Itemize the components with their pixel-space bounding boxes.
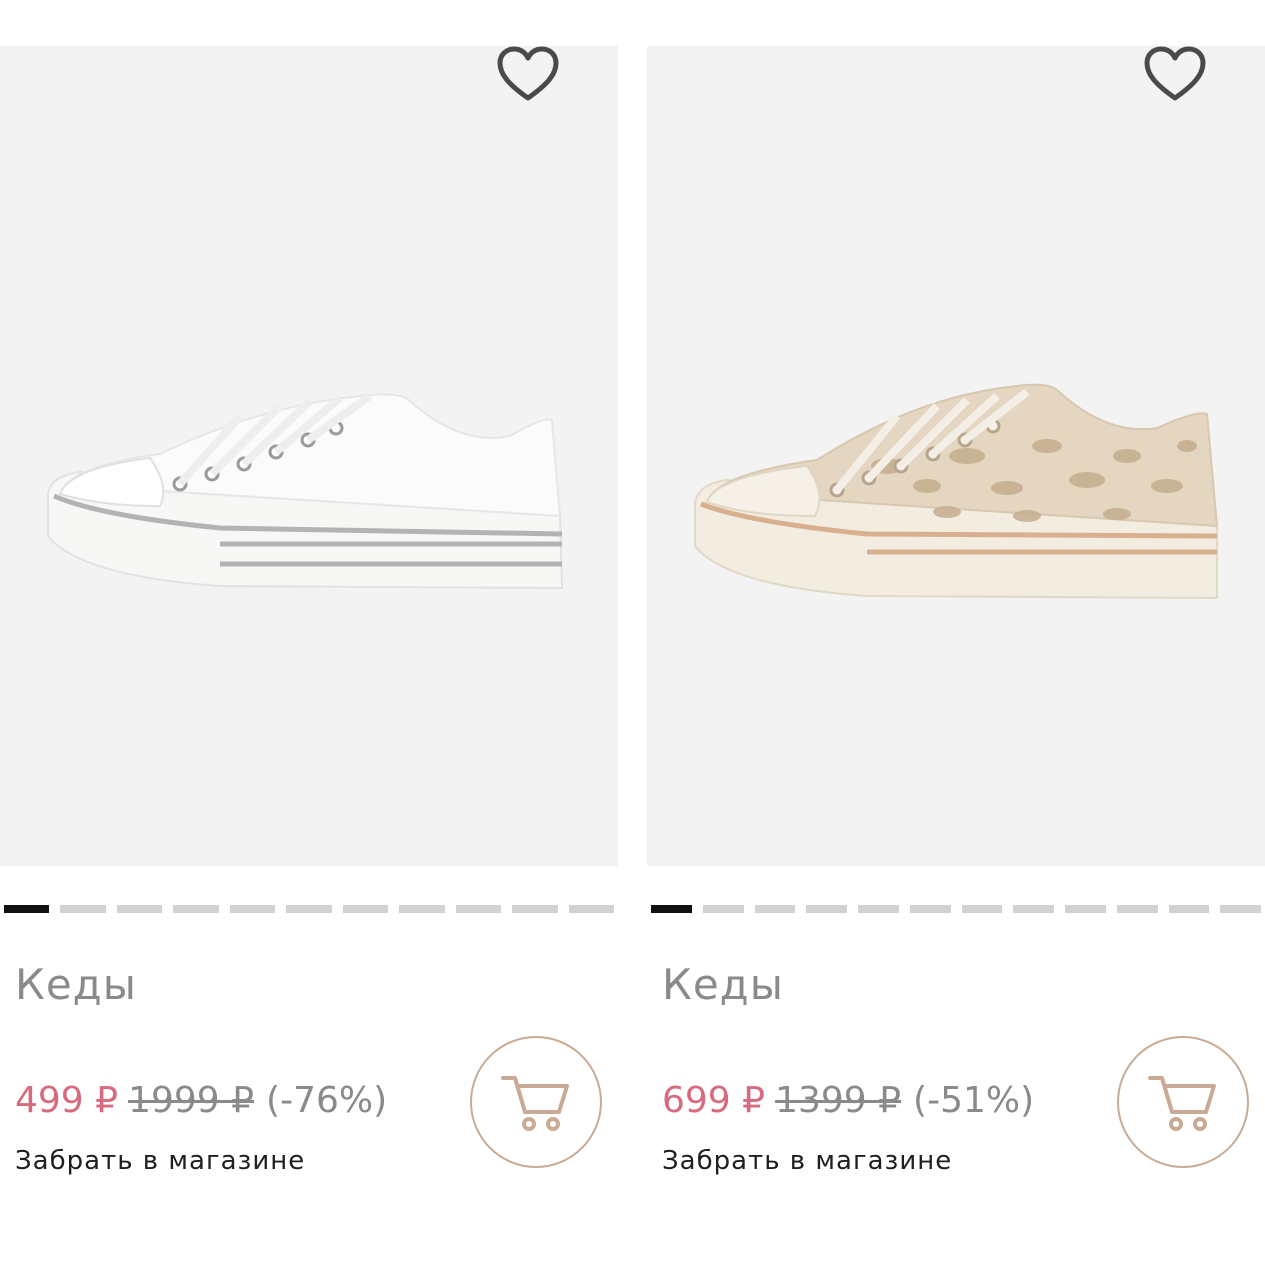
discount-percent: (-76%): [266, 1080, 388, 1121]
carousel-dot[interactable]: [568, 905, 614, 913]
carousel-dot[interactable]: [116, 905, 163, 913]
carousel-dot[interactable]: [961, 905, 1003, 913]
heart-icon: [1144, 46, 1206, 101]
carousel-dot[interactable]: [1013, 905, 1054, 913]
carousel-dot[interactable]: [754, 905, 796, 913]
price-row: 699 ₽1399 ₽ (-51%): [662, 1080, 1034, 1121]
carousel-dot[interactable]: [286, 905, 332, 913]
carousel-dot[interactable]: [858, 905, 899, 913]
price-row: 499 ₽1999 ₽ (-76%): [15, 1080, 387, 1121]
carousel-dot-active[interactable]: [651, 905, 692, 913]
product-title[interactable]: Кеды: [662, 960, 784, 1009]
carousel-dot[interactable]: [229, 905, 276, 913]
white-sneaker-image: [47, 392, 564, 590]
discount-percent: (-51%): [913, 1080, 1035, 1121]
carousel-dot[interactable]: [909, 905, 951, 913]
carousel-dot[interactable]: [1065, 905, 1106, 913]
add-to-cart-button[interactable]: [470, 1036, 602, 1168]
product-card[interactable]: Кеды 499 ₽1999 ₽ (-76%) Забрать в магазин…: [0, 0, 618, 1280]
carousel-dot[interactable]: [173, 905, 219, 913]
carousel-dot[interactable]: [1116, 905, 1158, 913]
product-image[interactable]: [647, 46, 1265, 866]
carousel-dot[interactable]: [1220, 905, 1261, 913]
carousel-dot[interactable]: [512, 905, 558, 913]
old-price: 1399 ₽: [775, 1080, 902, 1121]
carousel-dot[interactable]: [455, 905, 502, 913]
carousel-dot-active[interactable]: [4, 905, 50, 913]
carousel-dot[interactable]: [1168, 905, 1210, 913]
current-price: 699 ₽: [662, 1080, 766, 1121]
product-title[interactable]: Кеды: [15, 960, 137, 1009]
pickup-note: Забрать в магазине: [662, 1146, 953, 1176]
product-image[interactable]: [0, 46, 618, 866]
carousel-dot[interactable]: [342, 905, 389, 913]
cart-icon: [501, 1076, 569, 1131]
image-carousel-dots: [4, 905, 614, 915]
add-to-cart-button[interactable]: [1117, 1036, 1249, 1168]
favorite-button[interactable]: [1143, 46, 1207, 102]
image-carousel-dots: [651, 905, 1261, 915]
carousel-dot[interactable]: [806, 905, 847, 913]
heart-icon: [497, 46, 559, 101]
leopard-sneaker-image: [694, 383, 1219, 600]
current-price: 499 ₽: [15, 1080, 119, 1121]
pickup-note: Забрать в магазине: [15, 1146, 306, 1176]
carousel-dot[interactable]: [399, 905, 445, 913]
favorite-button[interactable]: [496, 46, 560, 102]
old-price: 1999 ₽: [128, 1080, 255, 1121]
carousel-dot[interactable]: [702, 905, 744, 913]
cart-icon: [1148, 1076, 1216, 1131]
carousel-dot[interactable]: [60, 905, 106, 913]
product-card[interactable]: Кеды 699 ₽1399 ₽ (-51%) Забрать в магазин…: [647, 0, 1265, 1280]
